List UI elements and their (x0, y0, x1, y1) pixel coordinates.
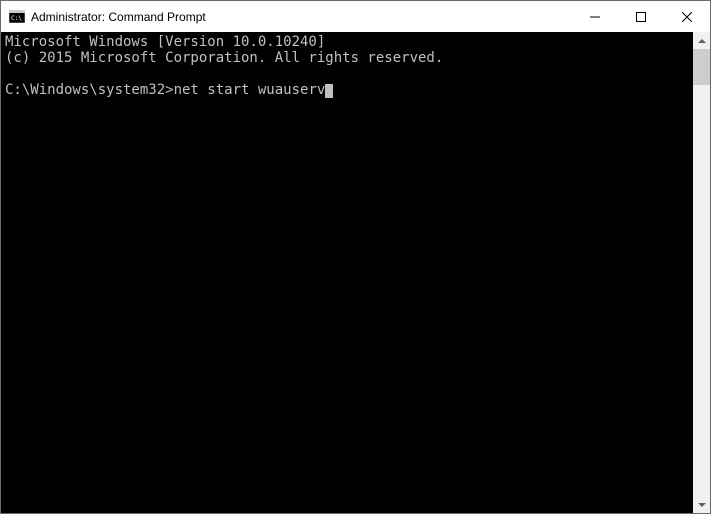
svg-text:C:\: C:\ (11, 15, 22, 22)
window-controls (572, 1, 710, 32)
terminal-container: Microsoft Windows [Version 10.0.10240] (… (1, 32, 710, 513)
prompt-text: C:\Windows\system32> (5, 82, 174, 98)
maximize-button[interactable] (618, 1, 664, 32)
scroll-track[interactable] (693, 49, 710, 496)
copyright-line: (c) 2015 Microsoft Corporation. All righ… (5, 50, 443, 66)
command-prompt-window: C:\ Administrator: Command Prompt (0, 0, 711, 514)
scroll-up-button[interactable] (693, 32, 710, 49)
minimize-button[interactable] (572, 1, 618, 32)
titlebar[interactable]: C:\ Administrator: Command Prompt (1, 1, 710, 32)
cmd-icon: C:\ (9, 10, 25, 24)
window-title: Administrator: Command Prompt (31, 10, 572, 24)
os-version-line: Microsoft Windows [Version 10.0.10240] (5, 34, 325, 50)
scroll-thumb[interactable] (693, 49, 710, 85)
vertical-scrollbar[interactable] (693, 32, 710, 513)
close-button[interactable] (664, 1, 710, 32)
terminal-output[interactable]: Microsoft Windows [Version 10.0.10240] (… (1, 32, 693, 513)
text-cursor (325, 84, 333, 98)
scroll-down-button[interactable] (693, 496, 710, 513)
command-text: net start wuauserv (174, 82, 326, 98)
